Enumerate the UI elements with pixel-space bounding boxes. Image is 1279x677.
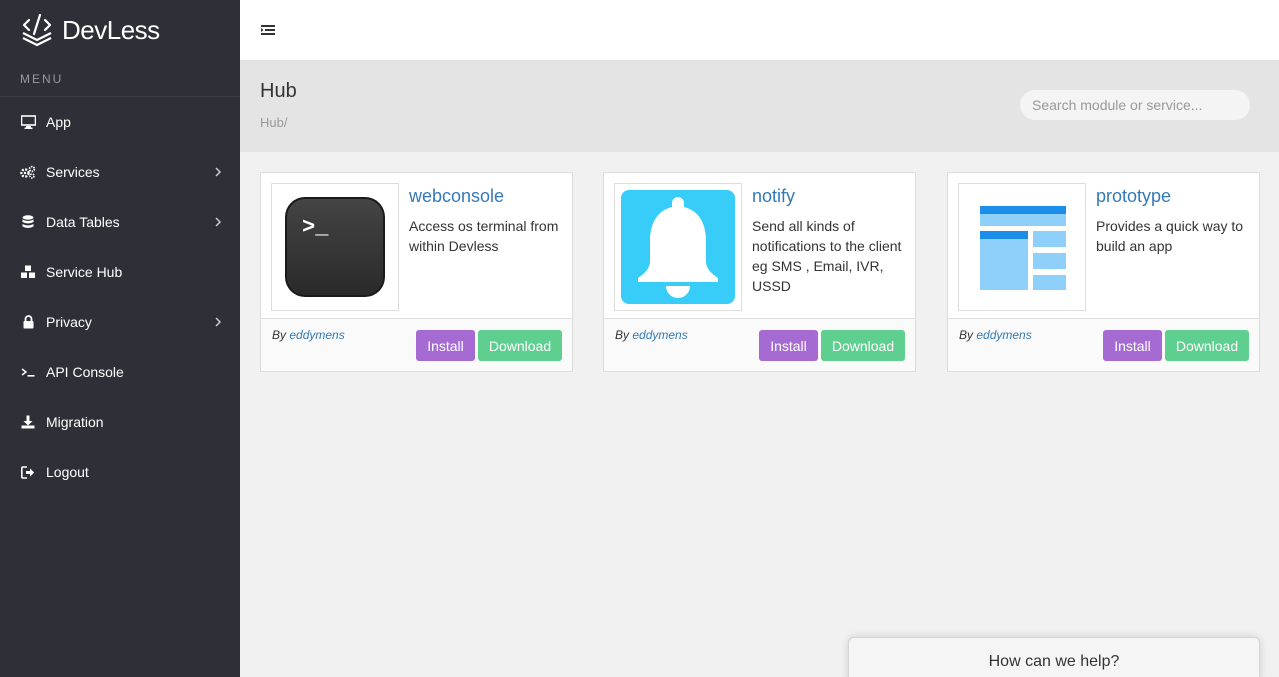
- layout-icon: [980, 206, 1066, 290]
- module-description: Send all kinds of notifications to the c…: [752, 218, 902, 294]
- module-card-webconsole: >_ webconsole Access os terminal from wi…: [260, 172, 573, 372]
- install-button[interactable]: Install: [759, 330, 818, 361]
- sidebar-item-app[interactable]: App: [0, 97, 240, 147]
- author-line: By eddymens: [959, 328, 1032, 342]
- brand-name: DevLess: [62, 14, 160, 45]
- page-title: Hub: [260, 80, 297, 102]
- brand[interactable]: DevLess: [0, 0, 240, 60]
- menu-heading: MENU: [0, 60, 240, 97]
- chevron-right-icon: [215, 167, 222, 177]
- install-button[interactable]: Install: [416, 330, 475, 361]
- sidebar: DevLess MENU App Services Data Tables Se…: [0, 0, 240, 677]
- module-thumbnail[interactable]: [958, 183, 1086, 311]
- card-footer: By eddymens Install Download: [261, 318, 572, 371]
- download-button[interactable]: Download: [1165, 330, 1249, 361]
- help-widget[interactable]: How can we help?: [848, 637, 1260, 677]
- download-icon: [20, 414, 36, 430]
- author-link[interactable]: eddymens: [289, 328, 344, 342]
- sign-out-icon: [20, 464, 36, 480]
- author-link[interactable]: eddymens: [976, 328, 1031, 342]
- sidebar-nav: App Services Data Tables Service Hub Pri…: [0, 97, 240, 497]
- sidebar-item-migration[interactable]: Migration: [0, 397, 240, 447]
- sidebar-item-label: Services: [46, 164, 100, 180]
- sidebar-item-label: Service Hub: [46, 264, 123, 280]
- chevron-right-icon: [215, 317, 222, 327]
- sidebar-item-services[interactable]: Services: [0, 147, 240, 197]
- card-footer: By eddymens Install Download: [604, 318, 915, 371]
- cogs-icon: [20, 164, 36, 180]
- sidebar-item-api-console[interactable]: API Console: [0, 347, 240, 397]
- bell-icon: [621, 190, 735, 304]
- devless-logo-icon: [22, 13, 52, 47]
- module-card-notify: notify Send all kinds of notifications t…: [603, 172, 916, 372]
- terminal-icon: [20, 364, 36, 380]
- monitor-icon: [20, 114, 36, 130]
- help-widget-label: How can we help?: [988, 653, 1120, 670]
- terminal-app-icon: >_: [285, 197, 385, 297]
- download-button[interactable]: Download: [821, 330, 905, 361]
- sidebar-item-label: Data Tables: [46, 214, 120, 230]
- module-thumbnail[interactable]: [614, 183, 742, 311]
- module-name[interactable]: webconsole: [409, 186, 504, 207]
- module-thumbnail[interactable]: >_: [271, 183, 399, 311]
- database-icon: [20, 214, 36, 230]
- module-description: Provides a quick way to build an app: [1096, 218, 1244, 254]
- by-label: By: [959, 328, 974, 342]
- author-link[interactable]: eddymens: [632, 328, 687, 342]
- author-line: By eddymens: [615, 328, 688, 342]
- topbar: [240, 0, 1279, 60]
- install-button[interactable]: Install: [1103, 330, 1162, 361]
- sidebar-toggle-icon[interactable]: [260, 23, 276, 37]
- sidebar-item-service-hub[interactable]: Service Hub: [0, 247, 240, 297]
- cubes-icon: [20, 264, 36, 280]
- sidebar-item-logout[interactable]: Logout: [0, 447, 240, 497]
- module-name[interactable]: prototype: [1096, 186, 1171, 207]
- breadcrumb[interactable]: Hub/: [260, 115, 287, 130]
- by-label: By: [615, 328, 630, 342]
- lock-icon: [20, 314, 36, 330]
- module-name[interactable]: notify: [752, 186, 795, 207]
- module-description: Access os terminal from within Devless: [409, 218, 559, 254]
- sidebar-item-data-tables[interactable]: Data Tables: [0, 197, 240, 247]
- download-button[interactable]: Download: [478, 330, 562, 361]
- sidebar-item-label: App: [46, 114, 71, 130]
- sidebar-item-label: Migration: [46, 414, 104, 430]
- chevron-right-icon: [215, 217, 222, 227]
- page-header: Hub Hub/: [240, 60, 1279, 152]
- search-input[interactable]: [1020, 90, 1250, 120]
- sidebar-item-privacy[interactable]: Privacy: [0, 297, 240, 347]
- sidebar-item-label: Privacy: [46, 314, 92, 330]
- module-card-prototype: prototype Provides a quick way to build …: [947, 172, 1260, 372]
- author-line: By eddymens: [272, 328, 345, 342]
- sidebar-item-label: Logout: [46, 464, 89, 480]
- card-footer: By eddymens Install Download: [948, 318, 1259, 371]
- svg-text:>_: >_: [302, 215, 329, 240]
- sidebar-item-label: API Console: [46, 364, 124, 380]
- by-label: By: [272, 328, 287, 342]
